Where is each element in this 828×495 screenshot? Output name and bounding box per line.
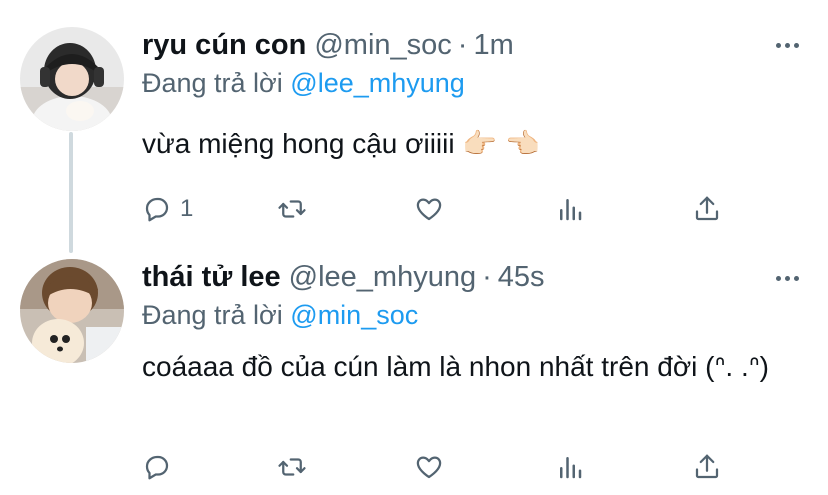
replying-to-label: Đang trả lời (142, 300, 283, 330)
replying-to-mention[interactable]: @lee_mhyung (290, 68, 465, 98)
action-bar (142, 449, 742, 485)
tweet-text: coáaaa đồ của cún làm là nhon nhất trên … (142, 351, 769, 382)
stats-button[interactable] (555, 449, 585, 485)
reply-count: 1 (180, 195, 194, 222)
tweet-2[interactable]: thái tử lee @lee_mhyung · 45s Đang trả l… (0, 250, 828, 495)
replying-to: Đang trả lời @lee_mhyung (142, 68, 465, 99)
like-icon (416, 198, 442, 221)
stats-button[interactable] (555, 191, 585, 227)
stats-icon (560, 457, 582, 479)
timestamp[interactable]: 1m (473, 29, 513, 62)
stats-icon (560, 199, 582, 221)
reply-button[interactable] (142, 449, 180, 485)
share-button[interactable] (692, 191, 722, 227)
replying-to: Đang trả lời @min_soc (142, 300, 418, 331)
share-icon (695, 196, 719, 221)
retweet-icon (278, 458, 306, 476)
replying-to-mention[interactable]: @min_soc (290, 300, 418, 330)
tweet-text: vừa miệng hong cậu ơiiiii 👉🏻 👈🏻 (142, 128, 540, 159)
like-button[interactable] (414, 191, 452, 227)
more-icon[interactable] (772, 263, 802, 293)
separator: · (482, 260, 492, 293)
display-name[interactable]: thái tử lee (142, 261, 281, 294)
like-icon (416, 456, 442, 479)
reply-icon (145, 197, 169, 222)
avatar[interactable] (20, 259, 124, 363)
reply-icon (145, 455, 169, 480)
thread-line (69, 132, 73, 253)
like-button[interactable] (414, 449, 452, 485)
replying-to-label: Đang trả lời (142, 68, 283, 98)
avatar[interactable] (20, 27, 124, 131)
user-handle[interactable]: @lee_mhyung (289, 261, 476, 294)
reply-button[interactable]: 1 (142, 191, 193, 227)
share-button[interactable] (692, 449, 722, 485)
retweet-button[interactable] (277, 449, 315, 485)
user-handle[interactable]: @min_soc (314, 29, 451, 62)
tweet-header: thái tử lee @lee_mhyung · 45s (142, 259, 545, 295)
share-icon (695, 454, 719, 479)
display-name[interactable]: ryu cún con (142, 29, 306, 62)
more-icon[interactable] (772, 30, 802, 60)
action-bar: 1 (142, 191, 742, 227)
tweet-1[interactable]: ryu cún con @min_soc · 1m Đang trả lời @… (0, 0, 828, 253)
retweet-button[interactable] (277, 191, 315, 227)
retweet-icon (278, 200, 306, 218)
tweet-header: ryu cún con @min_soc · 1m (142, 27, 514, 63)
timestamp[interactable]: 45s (498, 261, 545, 294)
separator: · (457, 28, 468, 61)
